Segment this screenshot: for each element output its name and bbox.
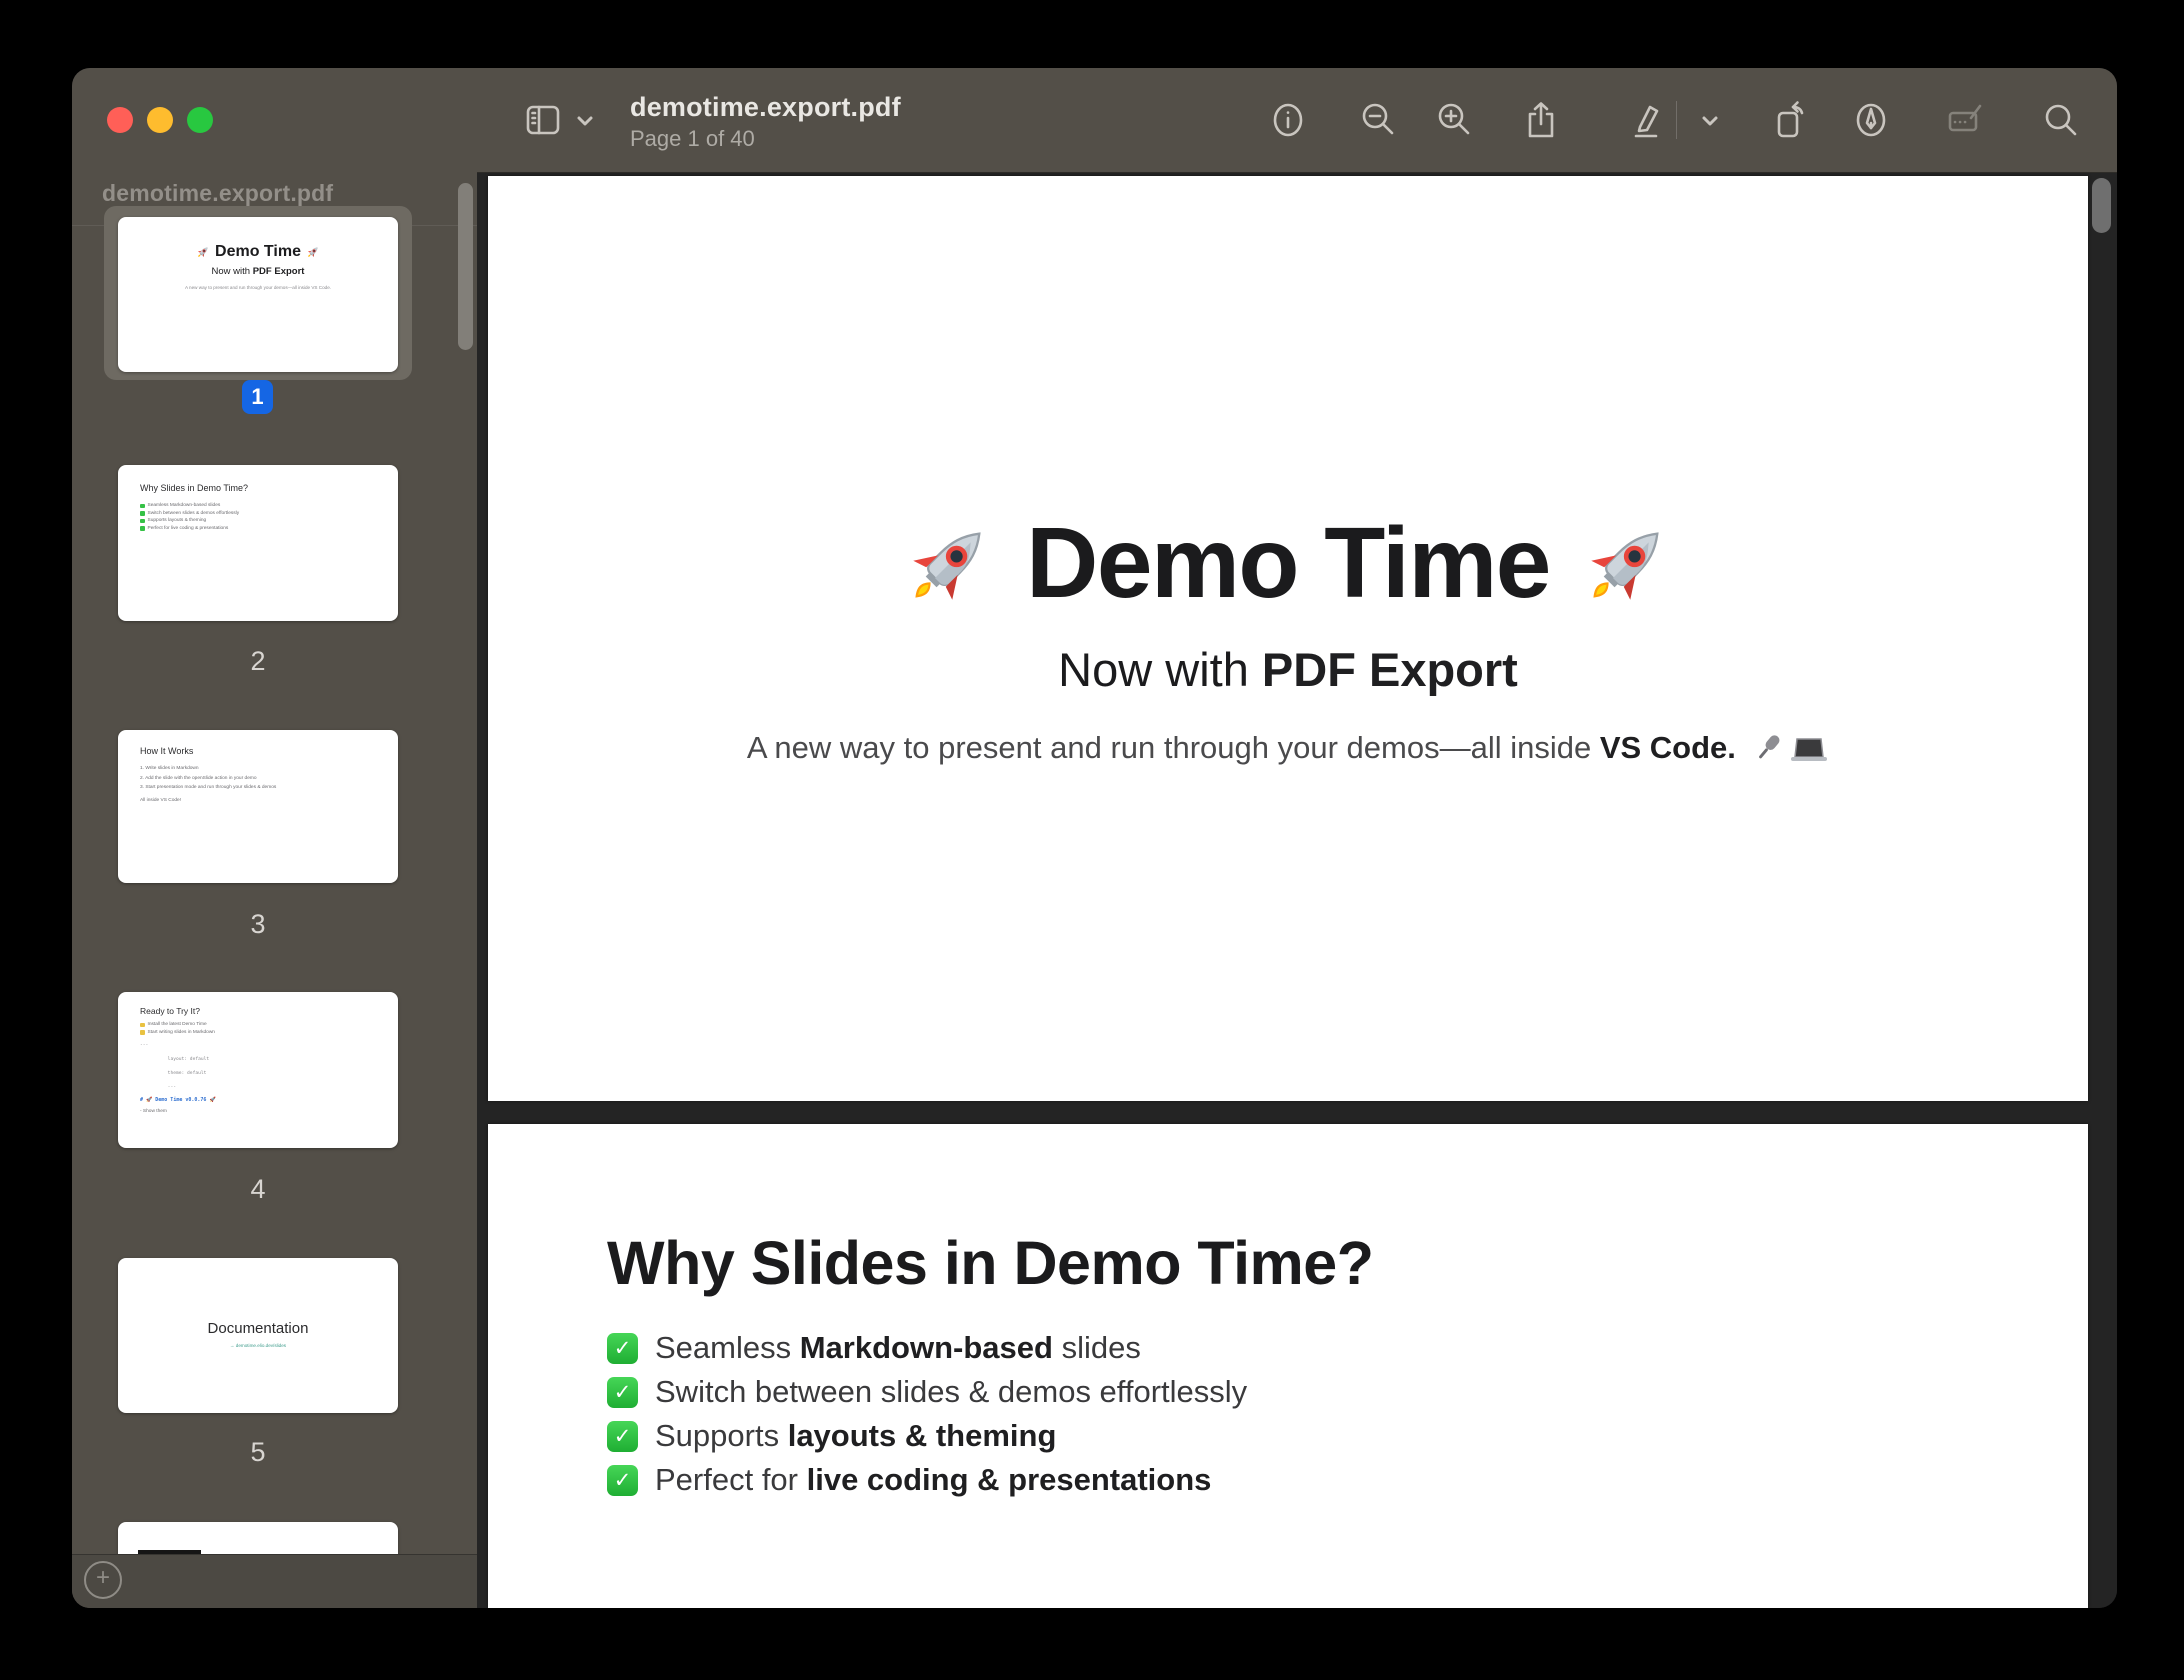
slide-subtitle: Now with (1058, 643, 1262, 696)
pdf-page-2: Why Slides in Demo Time? Seamless Markdo… (488, 1124, 2088, 1608)
thumb3-item: 1. Write slides in Markdown (140, 764, 398, 774)
markup-pen-button[interactable] (1848, 97, 1894, 143)
thumb4-code: --- (168, 1085, 176, 1090)
minimize-window-button[interactable] (147, 107, 173, 133)
thumb3-item: 2. Add the slide with the openSlide acti… (140, 774, 398, 784)
bullet-item: Switch between slides & demos effortless… (607, 1370, 1247, 1414)
thumb5-link: → demotime.elio.dev/slides (118, 1343, 398, 1348)
check-icon (140, 511, 145, 516)
thumb4-code: theme: default (168, 1071, 207, 1076)
check-icon (607, 1421, 638, 1452)
page-number-badge-selected: 1 (242, 380, 273, 414)
page-thumbnail-1[interactable]: Demo Time Now with PDF Export A new way … (118, 217, 398, 372)
bullet-list: Seamless Markdown-based slides Switch be… (607, 1326, 1247, 1502)
thumb1-subtitle: Now with (212, 266, 253, 277)
toolbar-divider (1676, 101, 1677, 139)
page-thumbnail-3[interactable]: How It Works 1. Write slides in Markdown… (118, 730, 398, 883)
thumb2-item: Switch between slides & demos effortless… (148, 510, 240, 518)
check-icon (140, 519, 145, 524)
zoom-window-button[interactable] (187, 107, 213, 133)
thumb3-title: How It Works (140, 746, 398, 756)
sidebar-scrollbar-thumb[interactable] (458, 183, 473, 350)
share-button[interactable] (1518, 97, 1564, 143)
bolt-icon (140, 1030, 145, 1035)
rocket-icon (306, 245, 320, 259)
sidebar-bottom-bar: + (72, 1554, 477, 1608)
sidebar-toggle-button[interactable] (520, 97, 566, 143)
thumb2-item: Seamless Markdown-based slides (148, 502, 221, 510)
add-page-button[interactable]: + (84, 1561, 122, 1599)
thumb2-title: Why Slides in Demo Time? (140, 483, 398, 493)
check-icon (140, 526, 145, 531)
thumb4-footer: - Show them (140, 1107, 398, 1117)
microphone-icon (1755, 731, 1781, 765)
highlighter-button[interactable] (1623, 97, 1669, 143)
chevron-down-icon[interactable] (570, 105, 600, 135)
thumb1-subtitle-bold: PDF Export (253, 266, 305, 277)
toolbar: demotime.export.pdf Page 1 of 40 (477, 68, 2117, 173)
page-number-label: 4 (118, 1174, 398, 1205)
page-thumbnail-5[interactable]: Documentation → demotime.elio.dev/slides (118, 1258, 398, 1413)
thumb4-title: Ready to Try It? (140, 1006, 398, 1016)
laptop-icon (1789, 735, 1829, 765)
bullet-item: Supports layouts & theming (607, 1414, 1247, 1458)
preview-window: demotime.export.pdf Demo Time Now with P… (72, 68, 2117, 1608)
main-area: demotime.export.pdf Page 1 of 40 (477, 68, 2117, 1608)
slide-heading: Why Slides in Demo Time? (607, 1228, 1373, 1298)
thumb4-item: Start writing slides in Markdown (148, 1029, 215, 1037)
page-thumbnail-4[interactable]: Ready to Try It? Install the latest Demo… (118, 992, 398, 1148)
thumb4-code: --- (140, 1043, 148, 1048)
pdf-page-1: Demo Time Now with PDF Export A new way … (488, 176, 2088, 1101)
zoom-in-button[interactable] (1431, 97, 1477, 143)
thumb5-title: Documentation (118, 1320, 398, 1337)
thumb4-code-heading: # 🚀 Demo Time v0.0.76 🚀 (140, 1097, 398, 1103)
thumbnail-sidebar: demotime.export.pdf Demo Time Now with P… (72, 68, 478, 1608)
thumb1-title: Demo Time (215, 243, 301, 261)
page-number-label: 3 (118, 909, 398, 940)
bolt-icon (140, 1023, 145, 1028)
rocket-icon (196, 245, 210, 259)
form-fill-button[interactable] (1942, 97, 1988, 143)
slide-tagline: A new way to present and run through you… (747, 730, 1600, 765)
thumb3-item: All inside VS Code! (140, 796, 398, 806)
thumb2-item: Perfect for live coding & presentations (148, 525, 229, 533)
slide-title: Demo Time (1026, 506, 1550, 621)
thumb4-code: layout: default (168, 1057, 210, 1062)
highlight-chevron-icon[interactable] (1695, 105, 1725, 135)
slide-tagline-bold: VS Code. (1600, 730, 1736, 765)
bullet-item: Perfect for live coding & presentations (607, 1458, 1247, 1502)
check-icon (607, 1465, 638, 1496)
info-button[interactable] (1265, 97, 1311, 143)
sidebar-document-title: demotime.export.pdf (102, 180, 442, 207)
page-indicator: Page 1 of 40 (630, 126, 755, 152)
page-number-label: 5 (118, 1437, 398, 1468)
check-icon (140, 504, 145, 509)
thumb4-item: Install the latest Demo Time (148, 1021, 207, 1029)
check-icon (607, 1333, 638, 1364)
check-icon (607, 1377, 638, 1408)
slide-subtitle-bold: PDF Export (1262, 643, 1518, 696)
page-thumbnail-2[interactable]: Why Slides in Demo Time? Seamless Markdo… (118, 465, 398, 621)
rocket-icon (1578, 515, 1676, 613)
zoom-out-button[interactable] (1355, 97, 1401, 143)
close-window-button[interactable] (107, 107, 133, 133)
bullet-item: Seamless Markdown-based slides (607, 1326, 1247, 1370)
thumb1-tagline: A new way to present and run through you… (118, 285, 398, 290)
document-title: demotime.export.pdf (630, 92, 901, 123)
search-button[interactable] (2037, 97, 2083, 143)
rocket-icon (900, 515, 998, 613)
rotate-left-button[interactable] (1767, 97, 1813, 143)
thumb2-item: Supports layouts & theming (148, 517, 207, 525)
document-scrollbar-thumb[interactable] (2092, 178, 2111, 233)
document-view: Demo Time Now with PDF Export A new way … (477, 173, 2117, 1608)
thumb3-item: 3. Start presentation mode and run throu… (140, 783, 398, 793)
page-number-label: 2 (118, 646, 398, 677)
